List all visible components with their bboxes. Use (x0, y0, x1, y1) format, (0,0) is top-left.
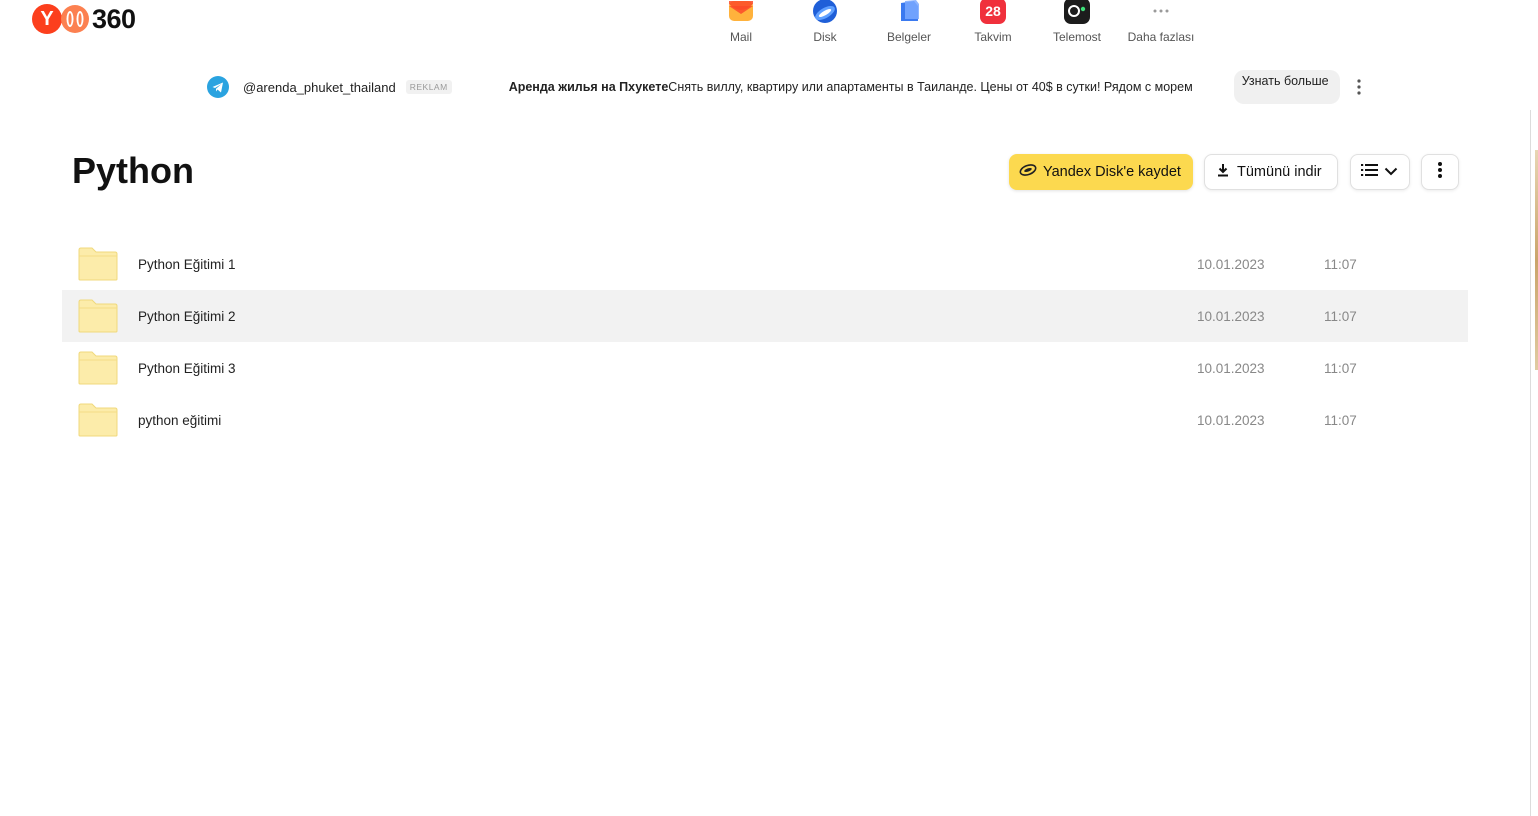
download-all-label: Tümünü indir (1237, 164, 1322, 180)
yandex-logo-letter: Y (32, 4, 62, 34)
file-time: 11:07 (1324, 308, 1357, 324)
list-item[interactable]: Python Eğitimi 2 10.01.2023 11:07 (62, 290, 1468, 342)
file-date: 10.01.2023 (1197, 308, 1265, 324)
file-name: Python Eğitimi 3 (138, 360, 236, 376)
more-actions-button[interactable] (1421, 154, 1459, 190)
file-time: 11:07 (1324, 360, 1357, 376)
vertical-dots-icon (1437, 161, 1443, 183)
file-time: 11:07 (1324, 412, 1357, 428)
service-calendar[interactable]: 28 Takvim (951, 0, 1035, 48)
file-date: 10.01.2023 (1197, 256, 1265, 272)
folder-icon (78, 403, 118, 437)
file-name: Python Eğitimi 2 (138, 308, 236, 324)
service-mail-label: Mail (729, 30, 752, 44)
view-mode-button[interactable] (1350, 154, 1410, 190)
ad-channel-name[interactable]: @arenda_phuket_thailand (243, 80, 396, 95)
page-title: Python (72, 150, 194, 191)
file-date: 10.01.2023 (1197, 412, 1265, 428)
download-icon (1217, 163, 1229, 181)
calendar-icon: 28 (980, 0, 1006, 24)
right-edge-divider (1530, 110, 1531, 816)
ad-description: Снять виллу, квартиру или апартаменты в … (668, 80, 1193, 94)
list-item[interactable]: Python Eğitimi 3 10.01.2023 11:07 (62, 342, 1468, 394)
file-list: Python Eğitimi 1 10.01.2023 11:07 Python… (62, 238, 1468, 446)
service-mail[interactable]: Mail (699, 0, 783, 48)
service-telemost[interactable]: Telemost (1035, 0, 1119, 48)
telegram-icon (207, 76, 229, 98)
folder-icon (78, 299, 118, 333)
save-to-disk-button[interactable]: Yandex Disk'e kaydet (1009, 154, 1193, 190)
list-item[interactable]: python eğitimi 10.01.2023 11:07 (62, 394, 1468, 446)
ad-banner[interactable]: @arenda_phuket_thailand REKLAM Аренда жи… (207, 66, 1367, 108)
mail-icon (728, 0, 754, 24)
file-name: Python Eğitimi 1 (138, 256, 236, 272)
telemost-icon (1064, 0, 1090, 24)
service-documents-label: Belgeler (886, 30, 932, 44)
ad-learn-more-button[interactable]: Узнать больше (1233, 70, 1340, 104)
service-more[interactable]: Daha fazlası (1119, 0, 1203, 48)
ad-text[interactable]: Аренда жилья на ПхукетеСнять виллу, квар… (509, 80, 1218, 94)
chevron-down-icon (1384, 164, 1398, 180)
documents-icon (896, 0, 922, 24)
ad-badge: REKLAM (405, 80, 452, 94)
ad-headline: Аренда жилья на Пхукете (508, 80, 669, 94)
service-more-label: Daha fazlası (1127, 30, 1195, 44)
save-to-disk-label: Yandex Disk'e kaydet (1043, 164, 1181, 180)
calendar-day-badge: 28 (985, 3, 1001, 19)
disk-save-icon (1019, 163, 1037, 181)
file-name: python eğitimi (138, 412, 222, 428)
list-item[interactable]: Python Eğitimi 1 10.01.2023 11:07 (62, 238, 1468, 290)
360-rings-icon (60, 4, 90, 34)
service-disk[interactable]: Disk (783, 0, 867, 48)
service-calendar-label: Takvim (974, 30, 1012, 44)
file-time: 11:07 (1324, 256, 1357, 272)
file-date: 10.01.2023 (1197, 360, 1265, 376)
list-view-icon (1361, 163, 1378, 181)
service-disk-label: Disk (813, 30, 837, 44)
services-nav: Mail Disk Belgeler 28 Takvim Telemost Da… (699, 0, 1203, 48)
ad-menu-icon[interactable] (1353, 78, 1365, 96)
logo-text-360: 360 (92, 3, 136, 34)
more-dots-icon (1148, 0, 1174, 24)
folder-icon (78, 351, 118, 385)
yandex-360-logo[interactable]: Y 360 (32, 4, 136, 34)
service-documents[interactable]: Belgeler (867, 0, 951, 48)
disk-icon (812, 0, 838, 24)
download-all-button[interactable]: Tümünü indir (1204, 154, 1338, 190)
folder-icon (78, 247, 118, 281)
service-telemost-label: Telemost (1052, 30, 1102, 44)
